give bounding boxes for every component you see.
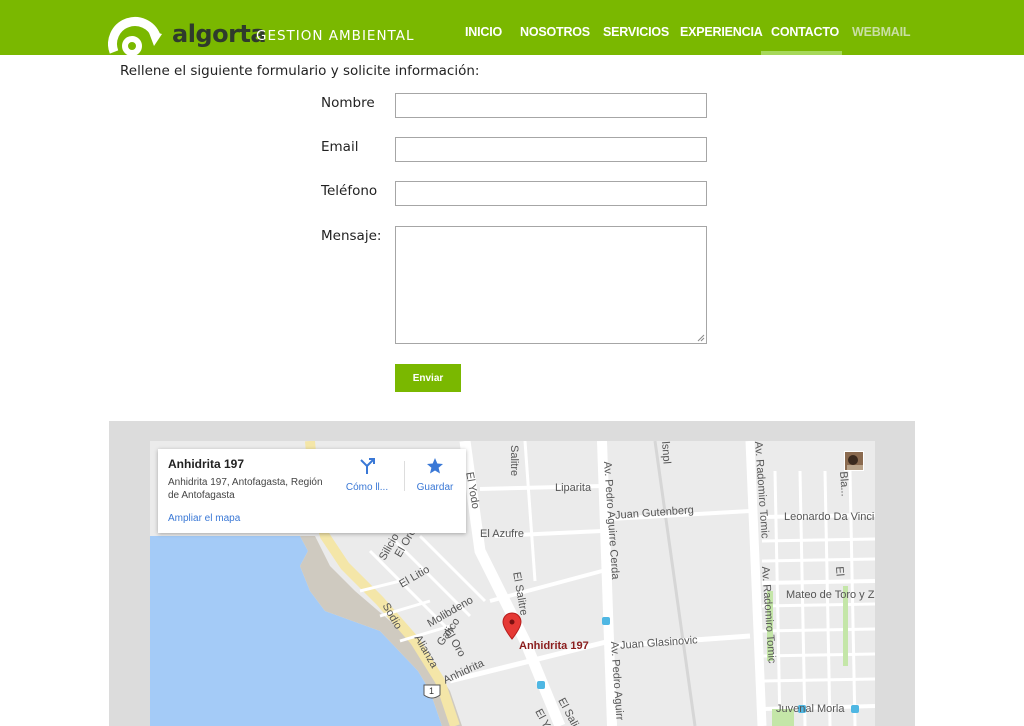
directions-icon: [360, 458, 375, 474]
save-place-button[interactable]: Guardar: [406, 457, 464, 493]
name-field[interactable]: [395, 93, 707, 118]
street-label: Bla...: [837, 471, 851, 497]
submit-button[interactable]: Enviar: [395, 364, 461, 392]
enlarge-map-link[interactable]: Ampliar el mapa: [168, 513, 240, 524]
active-nav-indicator: [761, 51, 842, 55]
algorta-logo-icon: [108, 17, 162, 56]
marker-label: Anhidrita 197: [519, 640, 589, 652]
message-textarea[interactable]: [395, 226, 707, 344]
star-icon: [427, 458, 443, 474]
transit-icon: [602, 617, 610, 625]
street-label: lsnpl: [659, 441, 673, 465]
street-label: Mateo de Toro y Za: [786, 589, 875, 601]
directions-button[interactable]: Cómo ll...: [338, 457, 396, 493]
nav-nosotros[interactable]: NOSOTROS: [520, 25, 590, 39]
directions-label: Cómo ll...: [345, 482, 389, 493]
route-number: 1: [429, 686, 435, 696]
brand-name: algorta: [172, 20, 267, 48]
place-title: Anhidrita 197: [168, 457, 245, 471]
save-label: Guardar: [416, 482, 454, 493]
avatar-photo-icon: [845, 452, 863, 470]
street-label: Juvenal Morla: [776, 703, 845, 715]
phone-label: Teléfono: [321, 183, 378, 199]
message-label: Mensaje:: [321, 228, 382, 244]
transit-icon: [537, 681, 545, 689]
street-label: El: [833, 566, 846, 577]
nav-inicio[interactable]: INICIO: [465, 25, 502, 39]
rail-line: [653, 441, 697, 726]
transit-icon: [851, 705, 859, 713]
email-field[interactable]: [395, 137, 707, 162]
map-info-card: Anhidrita 197 Anhidrita 197, Antofagasta…: [158, 449, 466, 533]
street-label: Salitre: [508, 445, 520, 477]
site-header: algorta GESTION AMBIENTAL INICIO NOSOTRO…: [0, 0, 1024, 56]
phone-field[interactable]: [395, 181, 707, 206]
form-intro: Rellene el siguiente formulario y solici…: [120, 63, 480, 79]
place-address: Anhidrita 197, Antofagasta, Región de An…: [168, 477, 323, 501]
nav-experiencia[interactable]: EXPERIENCIA: [680, 25, 763, 39]
user-avatar[interactable]: [844, 451, 864, 471]
nav-servicios[interactable]: SERVICIOS: [603, 25, 669, 39]
brand-logo[interactable]: algorta GESTION AMBIENTAL: [108, 14, 414, 56]
nav-webmail[interactable]: WEBMAIL: [852, 25, 911, 39]
card-divider: [404, 461, 405, 491]
street-label: El Azufre: [480, 528, 525, 540]
name-label: Nombre: [321, 95, 375, 111]
street-label: Leonardo Da Vinci: [784, 511, 875, 523]
email-label: Email: [321, 139, 359, 155]
nav-contacto[interactable]: CONTACTO: [771, 25, 839, 39]
brand-tagline: GESTION AMBIENTAL: [256, 28, 415, 44]
street-label: Liparita: [555, 482, 592, 494]
resize-handle-icon[interactable]: [697, 334, 705, 342]
